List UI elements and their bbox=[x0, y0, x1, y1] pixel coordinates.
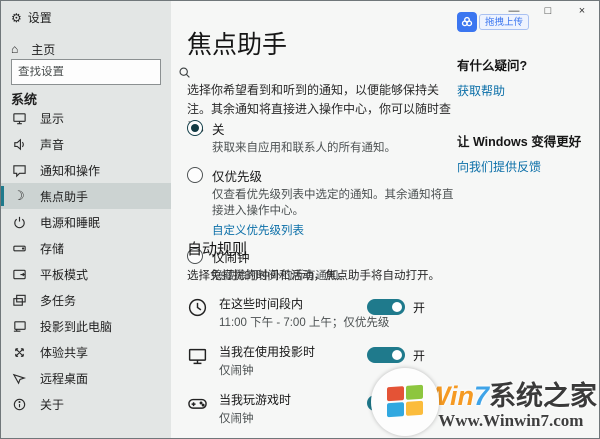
get-help-link[interactable]: 获取帮助 bbox=[457, 82, 595, 99]
windows-logo-icon bbox=[370, 368, 439, 436]
clock-icon bbox=[187, 295, 211, 319]
sidebar-item-label: 显示 bbox=[40, 111, 65, 126]
watermark-brand: Win7系统之家 bbox=[425, 374, 597, 413]
sidebar-item-home[interactable]: ⌂ 主页 bbox=[11, 37, 55, 61]
radio-description: 仅查看优先级列表中选定的通知。其余通知将直接进入操作中心。 bbox=[212, 188, 454, 218]
storage-icon bbox=[11, 240, 27, 256]
automatic-rules-description: 选择免打扰的时间和活动，焦点助手将自动打开。 bbox=[187, 270, 440, 282]
toggle-on[interactable] bbox=[367, 347, 405, 363]
sidebar-item-label: 体验共享 bbox=[40, 345, 89, 360]
sidebar-item-power-sleep[interactable]: 电源和睡眠 bbox=[1, 209, 171, 235]
sidebar-item-multitasking[interactable]: 多任务 bbox=[1, 287, 171, 313]
sidebar-item-label: 通知和操作 bbox=[40, 163, 101, 178]
rule-during-these-times: 在这些时间段内 11:00 下午 - 7:00 上午；仅优先级 开 bbox=[187, 295, 447, 330]
sidebar-nav: 显示 声音 通知和操作 ☽ 焦点助手 电源和睡眠 存储 平板模式 多任务 投影到… bbox=[1, 105, 171, 417]
power-icon bbox=[11, 214, 27, 230]
focus-assist-icon: ☽ bbox=[13, 188, 25, 203]
rule-label: 在这些时间段内 bbox=[219, 297, 304, 311]
sound-icon bbox=[11, 136, 27, 152]
multitask-icon bbox=[11, 292, 27, 308]
help-question-title: 有什么疑问? bbox=[457, 59, 528, 73]
make-windows-better-title: 让 Windows 变得更好 bbox=[457, 135, 582, 149]
rule-sublabel: 仅闹钟 bbox=[219, 365, 254, 377]
radio-selected-icon[interactable] bbox=[187, 120, 203, 136]
sidebar-item-projecting[interactable]: 投影到此电脑 bbox=[1, 313, 171, 339]
brand-seven: 7 bbox=[473, 380, 489, 411]
about-icon bbox=[11, 396, 27, 412]
sidebar-item-label: 声音 bbox=[40, 137, 65, 152]
home-label: 主页 bbox=[31, 42, 56, 57]
sidebar: ⚙ 设置 ⌂ 主页 系统 显示 bbox=[1, 1, 190, 438]
sidebar-item-about[interactable]: 关于 bbox=[1, 391, 171, 417]
gamepad-icon bbox=[187, 391, 211, 415]
sidebar-item-label: 电源和睡眠 bbox=[40, 215, 101, 230]
sidebar-item-focus-assist[interactable]: ☽ 焦点助手 bbox=[1, 183, 171, 209]
settings-window: ⚙ 设置 ⌂ 主页 系统 显示 bbox=[0, 0, 600, 439]
watermark-url: Www.Winwin7.com bbox=[438, 410, 584, 430]
sidebar-item-label: 投影到此电脑 bbox=[40, 319, 113, 334]
display-icon bbox=[11, 110, 27, 126]
feedback-link[interactable]: 向我们提供反馈 bbox=[457, 158, 595, 175]
home-icon: ⌂ bbox=[11, 42, 19, 56]
tablet-icon bbox=[11, 266, 27, 282]
search-box bbox=[11, 59, 190, 85]
notifications-icon bbox=[11, 162, 27, 178]
window-title-text: 设置 bbox=[27, 11, 52, 25]
customize-priority-list-link[interactable]: 自定义优先级列表 bbox=[212, 222, 455, 238]
radio-option-priority-only[interactable]: 仅优先级 仅查看优先级列表中选定的通知。其余通知将直接进入操作中心。 自定义优先… bbox=[187, 166, 455, 238]
search-icon[interactable] bbox=[178, 66, 191, 79]
help-column: 有什么疑问? 获取帮助 让 Windows 变得更好 向我们提供反馈 bbox=[457, 55, 595, 175]
radio-label: 关 bbox=[212, 123, 225, 137]
cloud-upload-widget[interactable]: 拖拽上传 bbox=[457, 12, 530, 32]
radio-label: 仅优先级 bbox=[212, 169, 263, 184]
project-icon bbox=[11, 318, 27, 334]
rule-label: 当我玩游戏时 bbox=[219, 393, 292, 407]
gear-icon: ⚙ bbox=[11, 10, 22, 25]
sidebar-item-storage[interactable]: 存储 bbox=[1, 235, 171, 261]
sidebar-item-label: 远程桌面 bbox=[40, 371, 89, 386]
sidebar-item-label: 存储 bbox=[40, 241, 65, 256]
site-watermark: Win7系统之家 Www.Winwin7.com bbox=[370, 368, 597, 436]
brand-suffix: 系统之家 bbox=[489, 380, 597, 411]
toggle-on[interactable] bbox=[367, 299, 405, 315]
window-title: ⚙ 设置 bbox=[11, 9, 52, 26]
rule-label: 当我在使用投影时 bbox=[219, 345, 316, 359]
remote-desktop-icon bbox=[11, 370, 27, 386]
close-button[interactable]: × bbox=[571, 5, 593, 17]
sidebar-item-shared-experiences[interactable]: 体验共享 bbox=[1, 339, 171, 365]
projector-icon bbox=[187, 343, 211, 367]
sidebar-item-label: 平板模式 bbox=[40, 267, 89, 282]
sidebar-item-display[interactable]: 显示 bbox=[1, 105, 171, 131]
maximize-button[interactable]: □ bbox=[537, 5, 559, 17]
share-icon bbox=[11, 344, 27, 360]
toggle-state-label: 开 bbox=[413, 349, 426, 363]
page-title: 焦点助手 bbox=[187, 31, 288, 59]
sidebar-item-label: 多任务 bbox=[40, 293, 77, 308]
rule-sublabel: 仅闹钟 bbox=[219, 413, 254, 425]
netdisk-icon bbox=[457, 12, 477, 32]
search-input[interactable] bbox=[12, 66, 178, 78]
rule-sublabel: 11:00 下午 - 7:00 上午；仅优先级 bbox=[219, 317, 390, 329]
sidebar-item-label: 焦点助手 bbox=[40, 189, 89, 204]
radio-description: 获取来自应用和联系人的所有通知。 bbox=[212, 142, 396, 154]
sidebar-item-remote-desktop[interactable]: 远程桌面 bbox=[1, 365, 171, 391]
upload-button-label[interactable]: 拖拽上传 bbox=[479, 14, 530, 30]
sidebar-item-notifications[interactable]: 通知和操作 bbox=[1, 157, 171, 183]
radio-option-off[interactable]: 关 获取来自应用和联系人的所有通知。 bbox=[187, 119, 455, 157]
sidebar-item-tablet-mode[interactable]: 平板模式 bbox=[1, 261, 171, 287]
sidebar-item-sound[interactable]: 声音 bbox=[1, 131, 171, 157]
toggle-state-label: 开 bbox=[413, 301, 426, 315]
sidebar-item-label: 关于 bbox=[40, 397, 65, 412]
radio-unselected-icon[interactable] bbox=[187, 166, 203, 183]
automatic-rules-title: 自动规则 bbox=[187, 241, 248, 258]
